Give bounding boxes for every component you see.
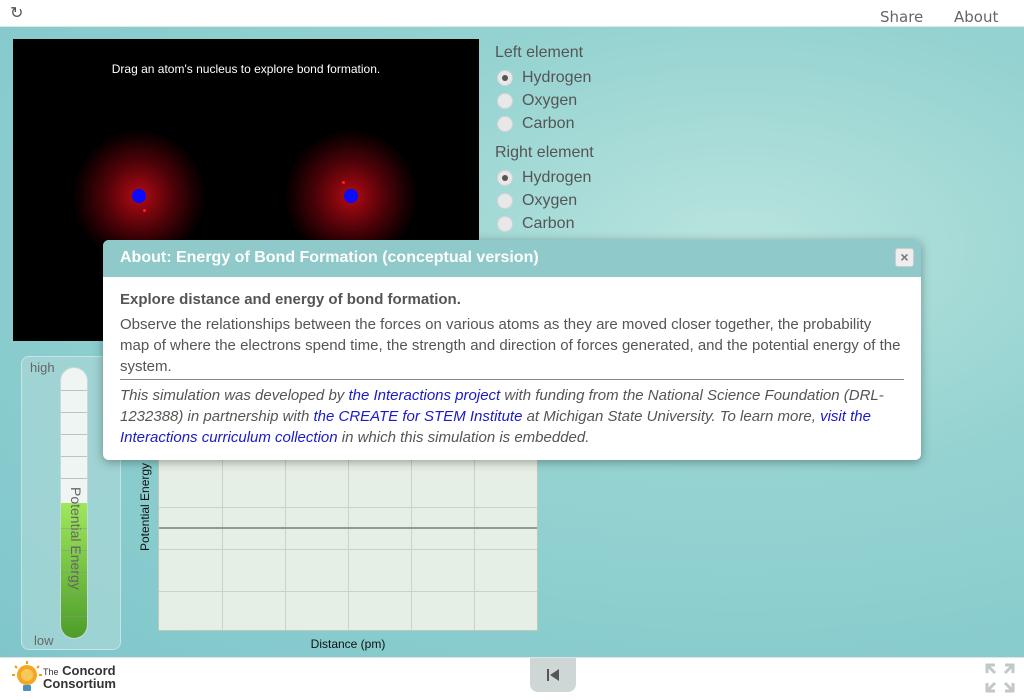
radio-icon[interactable] bbox=[497, 115, 513, 132]
dialog-description: Observe the relationships between the fo… bbox=[120, 316, 901, 375]
grid-line bbox=[159, 507, 537, 508]
meter-tick bbox=[61, 594, 87, 595]
logo-line2: Consortium bbox=[43, 676, 116, 691]
dialog-title: About: Energy of Bond Formation (concept… bbox=[103, 240, 921, 277]
radio-selected-icon[interactable] bbox=[497, 169, 513, 186]
right-option-oxygen[interactable]: Oxygen bbox=[495, 189, 594, 212]
bottom-bar: The Concord Consortium bbox=[0, 657, 1024, 700]
grid-line bbox=[159, 549, 537, 550]
zero-energy-line bbox=[159, 527, 537, 529]
meter-tick bbox=[61, 616, 87, 617]
grid-line bbox=[222, 447, 223, 630]
radio-icon[interactable] bbox=[497, 92, 513, 109]
main-stage: Drag an atom's nucleus to explore bond f… bbox=[0, 27, 1024, 657]
dialog-body: Explore distance and energy of bond form… bbox=[103, 277, 921, 448]
meter-title: Potential Energy bbox=[68, 487, 84, 590]
radio-label: Carbon bbox=[522, 214, 575, 232]
top-bar: ↻ Share About bbox=[0, 0, 1024, 27]
radio-label: Oxygen bbox=[522, 91, 578, 109]
right-atom-nucleus[interactable] bbox=[344, 189, 358, 203]
meter-tick bbox=[61, 478, 87, 479]
left-element-heading: Left element bbox=[495, 44, 584, 61]
about-link[interactable]: About bbox=[954, 8, 998, 26]
right-element-panel: Right element Hydrogen Oxygen Carbon bbox=[495, 144, 594, 235]
grid-line bbox=[474, 447, 475, 630]
credit-text: in which this simulation is embedded. bbox=[337, 429, 590, 446]
concord-logo-text[interactable]: The Concord Consortium bbox=[43, 664, 116, 691]
right-option-hydrogen[interactable]: Hydrogen bbox=[495, 166, 594, 189]
radio-selected-icon[interactable] bbox=[497, 69, 513, 86]
graph-y-axis-label: Potential Energy bbox=[138, 462, 152, 551]
meter-tick bbox=[61, 412, 87, 413]
meter-tick bbox=[61, 434, 87, 435]
left-option-hydrogen[interactable]: Hydrogen bbox=[495, 66, 591, 89]
simulation-instruction: Drag an atom's nucleus to explore bond f… bbox=[111, 62, 381, 76]
grid-line bbox=[411, 447, 412, 630]
fullscreen-icon[interactable] bbox=[985, 663, 1015, 693]
radio-icon[interactable] bbox=[497, 192, 513, 209]
rewind-icon[interactable] bbox=[530, 658, 576, 692]
grid-line bbox=[348, 447, 349, 630]
rewind-glyph bbox=[547, 669, 559, 681]
radio-label: Oxygen bbox=[522, 191, 578, 209]
share-link[interactable]: Share bbox=[880, 8, 923, 26]
energy-graph: Potential Energy Distance (pm) bbox=[130, 446, 550, 651]
radio-label: Hydrogen bbox=[522, 168, 592, 186]
right-element-heading: Right element bbox=[495, 144, 594, 161]
graph-plot-area bbox=[158, 446, 538, 631]
left-electron bbox=[143, 209, 146, 212]
meter-high-label: high bbox=[30, 360, 55, 375]
left-element-panel: Left element Hydrogen Oxygen Carbon bbox=[495, 44, 591, 135]
grid-line bbox=[285, 447, 286, 630]
about-dialog: About: Energy of Bond Formation (concept… bbox=[103, 240, 921, 460]
credit-text: at Michigan State University. To learn m… bbox=[522, 408, 821, 425]
left-option-oxygen[interactable]: Oxygen bbox=[495, 89, 591, 112]
credit-text: This simulation was developed by bbox=[120, 387, 349, 404]
create-stem-link[interactable]: the CREATE for STEM Institute bbox=[313, 408, 522, 425]
close-icon[interactable]: × bbox=[895, 248, 914, 267]
interactions-project-link[interactable]: the Interactions project bbox=[348, 387, 500, 404]
left-option-carbon[interactable]: Carbon bbox=[495, 112, 591, 135]
meter-tick bbox=[61, 456, 87, 457]
dialog-heading: Explore distance and energy of bond form… bbox=[120, 291, 461, 308]
grid-line bbox=[159, 591, 537, 592]
radio-label: Hydrogen bbox=[522, 68, 592, 86]
graph-x-axis-label: Distance (pm) bbox=[310, 637, 386, 651]
right-option-carbon[interactable]: Carbon bbox=[495, 212, 594, 235]
left-atom-nucleus[interactable] bbox=[132, 189, 146, 203]
radio-icon[interactable] bbox=[497, 215, 513, 232]
meter-tick bbox=[61, 390, 87, 391]
divider bbox=[120, 379, 904, 380]
concord-logo-icon[interactable] bbox=[12, 661, 42, 695]
reload-icon[interactable]: ↻ bbox=[10, 5, 26, 21]
dialog-credits: This simulation was developed by the Int… bbox=[120, 385, 904, 448]
meter-low-label: low bbox=[34, 633, 54, 648]
radio-label: Carbon bbox=[522, 114, 575, 132]
right-electron bbox=[342, 181, 345, 184]
